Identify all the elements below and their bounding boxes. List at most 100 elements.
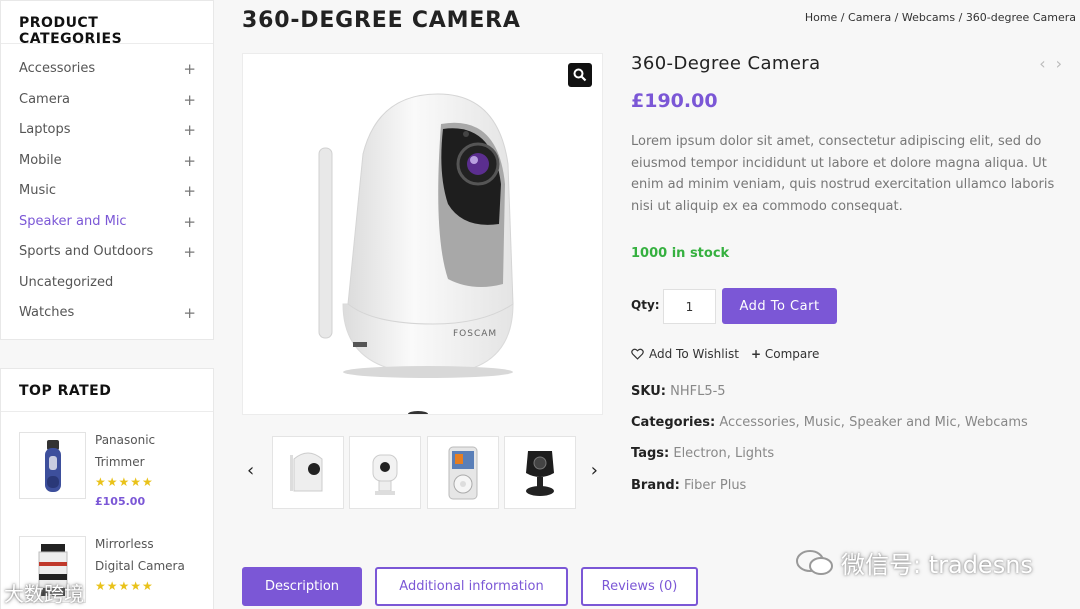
product-categories: Categories: Accessories, Music, Speaker … <box>631 415 1028 430</box>
expand-plus-icon[interactable]: + <box>183 54 196 84</box>
category-list: Accessories + Camera + Laptops + Mobile + Mu… <box>1 44 213 329</box>
category-link[interactable]: Webcams <box>965 415 1028 430</box>
prev-product-icon[interactable]: ‹ <box>1039 54 1055 73</box>
thumbnail-next-arrow[interactable]: › <box>591 460 598 481</box>
thumbnail-prev-arrow[interactable]: ‹ <box>247 460 254 481</box>
product-name: 360-Degree Camera <box>631 53 821 74</box>
thumbnail-ipod[interactable] <box>427 436 499 509</box>
tag-link[interactable]: Electron <box>673 446 726 461</box>
top-rated-title: TOP RATED <box>1 369 213 412</box>
expand-plus-icon[interactable]: + <box>183 85 196 115</box>
product-tags: Tags: Electron, Lights <box>631 446 775 461</box>
category-item[interactable]: Laptops + <box>1 115 213 146</box>
black-camera-icon <box>526 450 554 496</box>
category-item-active[interactable]: Speaker and Mic + <box>1 207 213 238</box>
ipod-icon <box>448 446 478 499</box>
tag-link[interactable]: Lights <box>735 446 774 461</box>
main-product-image[interactable]: FOSCAM <box>242 53 603 417</box>
thumbnail-camera-white[interactable] <box>272 436 344 509</box>
wechat-icon <box>796 549 833 575</box>
rating-stars: ★★★★★ <box>95 579 154 593</box>
category-label[interactable]: Uncategorized <box>19 275 113 290</box>
category-label[interactable]: Sports and Outdoors <box>19 244 153 259</box>
corner-watermark: 大数跨境 <box>4 582 84 606</box>
category-item[interactable]: Uncategorized <box>1 268 213 299</box>
sku-value: NHFL5-5 <box>670 384 726 399</box>
category-link[interactable]: Speaker and Mic <box>849 415 957 430</box>
thumbnail-baby-monitor[interactable] <box>349 436 421 509</box>
heart-icon <box>631 348 644 360</box>
product-brand: Brand: Fiber Plus <box>631 478 746 493</box>
top-rated-info: Panasonic Trimmer ★★★★★ £105.00 <box>95 429 195 513</box>
breadcrumb-separator: / <box>891 11 902 24</box>
add-to-cart-button[interactable]: Add To Cart <box>722 288 837 324</box>
next-product-icon[interactable]: › <box>1056 54 1072 73</box>
expand-plus-icon[interactable]: + <box>183 237 196 267</box>
categories-label: Categories: <box>631 415 716 430</box>
category-label[interactable]: Camera <box>19 92 70 107</box>
category-label[interactable]: Mobile <box>19 153 62 168</box>
top-rated-name[interactable]: Digital Camera <box>95 555 195 577</box>
expand-plus-icon[interactable]: + <box>183 298 196 328</box>
top-rated-price: £105.00 <box>95 495 146 508</box>
tab-additional-information[interactable]: Additional information <box>375 567 568 606</box>
page-title: 360-DEGREE CAMERA <box>242 8 521 33</box>
category-label[interactable]: Music <box>19 183 56 198</box>
breadcrumb-separator: / <box>837 11 849 24</box>
trimmer-thumbnail[interactable] <box>19 432 86 499</box>
breadcrumb-link-camera[interactable]: Camera <box>848 11 891 24</box>
category-link[interactable]: Accessories <box>719 415 795 430</box>
product-sku: SKU: NHFL5-5 <box>631 384 726 399</box>
thumbnail-black-camera[interactable] <box>504 436 576 509</box>
compare-link[interactable]: + Compare <box>751 347 819 361</box>
brand-link[interactable]: Fiber Plus <box>684 478 746 493</box>
top-rated-item[interactable]: Panasonic Trimmer ★★★★★ £105.00 <box>1 412 213 516</box>
expand-plus-icon[interactable]: + <box>183 115 196 145</box>
compare-label[interactable]: Compare <box>765 347 819 361</box>
tab-description[interactable]: Description <box>242 567 362 606</box>
stock-status: 1000 in stock <box>631 246 730 261</box>
wishlist-label[interactable]: Add To Wishlist <box>649 347 739 361</box>
top-rated-info: Mirrorless Digital Camera ★★★★★ <box>95 533 195 595</box>
top-rated-panel: TOP RATED Panasonic Trimmer ★★★★★ £105.0… <box>0 368 214 609</box>
baby-monitor-icon <box>372 454 398 495</box>
breadcrumb-link-webcams[interactable]: Webcams <box>902 11 955 24</box>
breadcrumb: Home / Camera / Webcams / 360-degree Cam… <box>805 11 1076 24</box>
category-label[interactable]: Watches <box>19 305 74 320</box>
category-item[interactable]: Camera + <box>1 85 213 116</box>
category-item[interactable]: Accessories + <box>1 54 213 85</box>
tags-label: Tags: <box>631 446 670 461</box>
top-rated-name[interactable]: Panasonic <box>95 429 195 451</box>
expand-plus-icon[interactable]: + <box>183 146 196 176</box>
top-rated-name[interactable]: Trimmer <box>95 451 195 473</box>
top-rated-name[interactable]: Mirrorless <box>95 533 195 555</box>
category-item[interactable]: Watches + <box>1 298 213 329</box>
expand-plus-icon[interactable]: + <box>183 176 196 206</box>
add-to-wishlist-link[interactable]: Add To Wishlist <box>631 347 739 361</box>
categories-title: PRODUCT CATEGORIES <box>1 1 213 47</box>
sku-label: SKU: <box>631 384 666 399</box>
zoom-button[interactable] <box>568 63 592 87</box>
brand-label: Brand: <box>631 478 680 493</box>
breadcrumb-link-home[interactable]: Home <box>805 11 837 24</box>
expand-plus-icon[interactable]: + <box>183 207 196 237</box>
category-item[interactable]: Sports and Outdoors + <box>1 237 213 268</box>
product-nav: ‹› <box>1039 54 1072 73</box>
quantity-input[interactable] <box>663 289 716 324</box>
product-page: PRODUCT CATEGORIES Accessories + Camera + … <box>0 0 1080 609</box>
category-item[interactable]: Mobile + <box>1 146 213 177</box>
breadcrumb-separator: / <box>955 11 966 24</box>
category-label[interactable]: Accessories <box>19 61 95 76</box>
rating-stars: ★★★★★ <box>95 475 154 489</box>
trimmer-image <box>44 439 61 492</box>
foscam-logo-text: FOSCAM <box>453 329 497 339</box>
plus-icon: + <box>751 347 762 361</box>
product-categories-panel: PRODUCT CATEGORIES Accessories + Camera + … <box>0 0 214 340</box>
tab-reviews[interactable]: Reviews (0) <box>581 567 698 606</box>
category-label[interactable]: Laptops <box>19 122 71 137</box>
product-description: Lorem ipsum dolor sit amet, consectetur … <box>631 134 1055 214</box>
category-label[interactable]: Speaker and Mic <box>19 214 127 229</box>
category-item[interactable]: Music + <box>1 176 213 207</box>
category-link[interactable]: Music <box>804 415 841 430</box>
breadcrumb-current: 360-degree Camera <box>965 11 1076 24</box>
